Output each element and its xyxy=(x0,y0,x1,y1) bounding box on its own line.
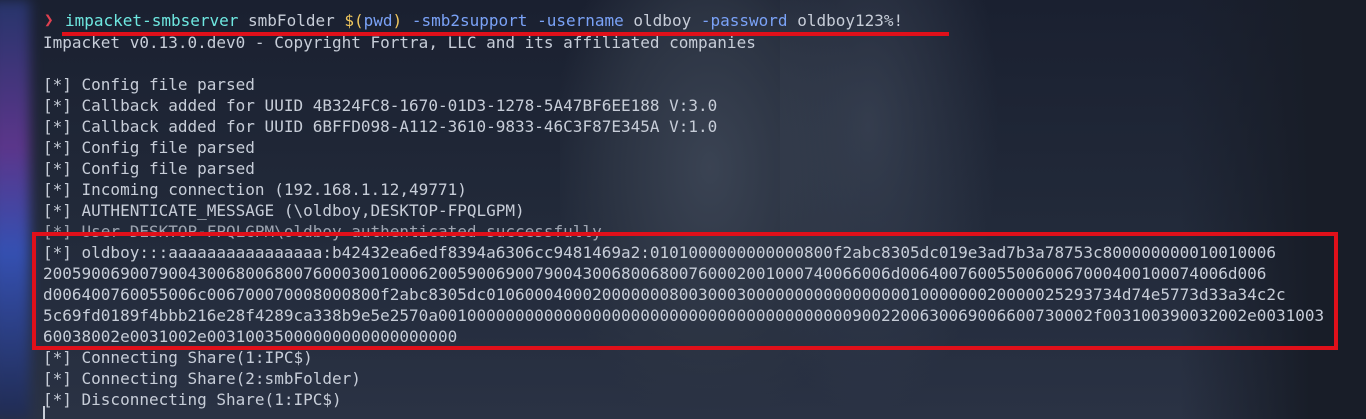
command-flag-password: -password xyxy=(700,11,788,30)
prompt-arrow-icon: ❯ xyxy=(44,10,54,29)
terminal-window[interactable]: ❯ impacket-smbserver smbFolder $(pwd) -s… xyxy=(0,0,1366,419)
command-subshell-open: $( xyxy=(344,11,364,30)
command-subshell-close: ) xyxy=(392,11,403,30)
output-line: [*] Callback added for UUID 4B324FC8-167… xyxy=(43,96,718,115)
command-username-value: oldboy xyxy=(633,11,692,30)
command-program: impacket-smbserver xyxy=(65,11,239,30)
command-password-value: oldboy123%! xyxy=(797,11,904,30)
output-line: [*] Config file parsed xyxy=(43,159,255,178)
output-line: [*] Connecting Share(2:smbFolder) xyxy=(43,369,361,388)
output-line: [*] Disconnecting Share(1:IPC$) xyxy=(43,390,342,409)
output-line: [*] Connecting Share(1:IPC$) xyxy=(43,348,313,367)
command-flag-smb2support: -smb2support xyxy=(411,11,528,30)
output-line: [*] AUTHENTICATE_MESSAGE (\oldboy,DESKTO… xyxy=(43,201,525,220)
command-subshell-cmd: pwd xyxy=(363,11,393,30)
terminal-cursor xyxy=(43,406,45,419)
output-line: [*] Config file parsed xyxy=(43,75,255,94)
output-line: [*] Incoming connection (192.168.1.12,49… xyxy=(43,180,467,199)
output-line: Impacket v0.13.0.dev0 - Copyright Fortra… xyxy=(43,33,756,52)
output-line: [*] Config file parsed xyxy=(43,138,255,157)
command-share-name: smbFolder xyxy=(248,11,335,30)
command-line: impacket-smbserver smbFolder $(pwd) -smb… xyxy=(65,10,903,31)
hash-highlight-box xyxy=(32,232,1338,350)
output-line: [*] Callback added for UUID 6BFFD098-A11… xyxy=(43,117,718,136)
command-flag-username: -username xyxy=(537,11,624,30)
